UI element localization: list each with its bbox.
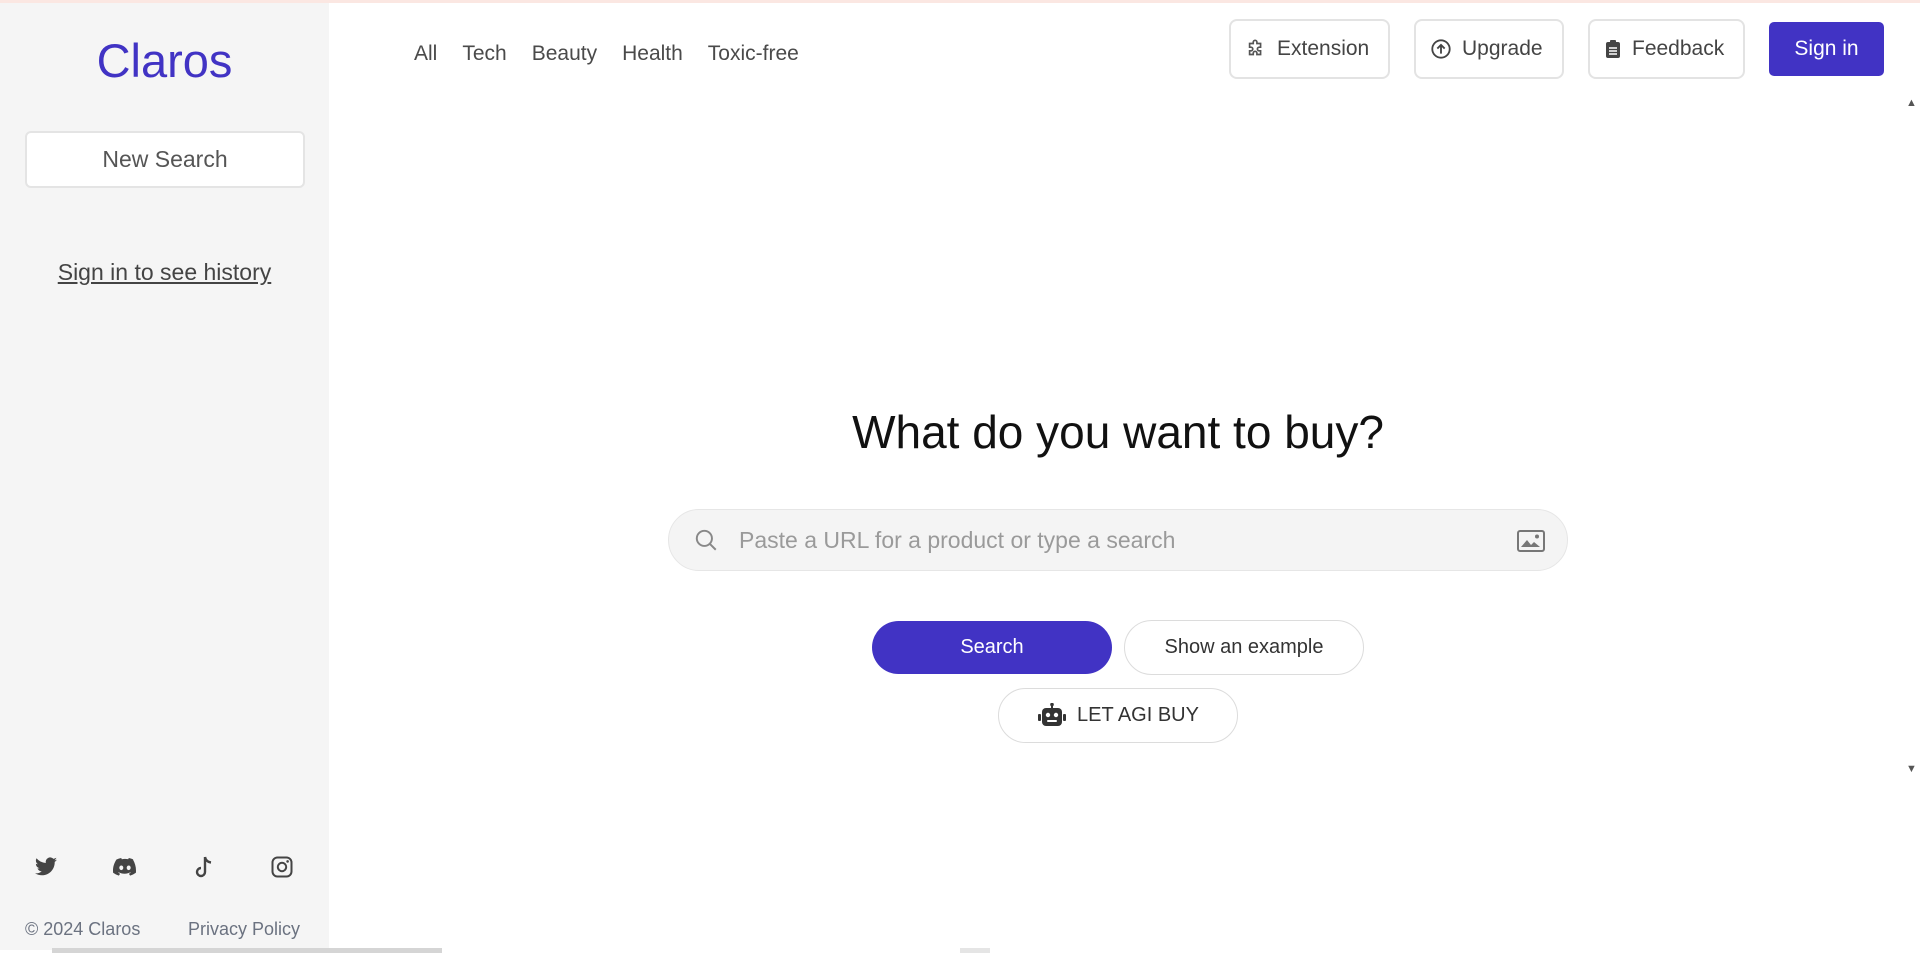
logo[interactable]: Claros [0,33,329,88]
instagram-icon[interactable] [270,855,300,885]
let-agi-buy-label: LET AGI BUY [1077,704,1199,726]
extension-button[interactable]: Extension [1229,19,1390,79]
horizontal-scrollbar[interactable] [52,948,442,953]
clipboard-icon [1606,40,1620,58]
scrollbar-thumb[interactable] [960,948,990,953]
let-agi-buy-button[interactable]: LET AGI BUY [998,688,1238,743]
search-icon [693,527,719,558]
puzzle-icon [1248,39,1262,56]
sign-in-button[interactable]: Sign in [1769,22,1884,76]
nav-item-toxic-free[interactable]: Toxic-free [708,42,799,66]
upgrade-label: Upgrade [1462,37,1543,60]
show-example-button[interactable]: Show an example [1124,620,1364,675]
scroll-down-arrow-icon[interactable]: ▼ [1906,763,1917,775]
upgrade-button[interactable]: Upgrade [1414,19,1564,79]
nav-item-health[interactable]: Health [622,42,683,66]
twitter-icon[interactable] [34,855,64,885]
robot-icon [1038,702,1067,726]
image-upload-icon[interactable] [1517,530,1545,557]
sidebar: Claros New Search Sign in to see history… [0,3,329,950]
page-title: What do you want to buy? [852,406,1384,458]
scroll-up-arrow-icon[interactable]: ▲ [1906,97,1917,109]
search-bar[interactable] [668,509,1568,571]
social-links [28,855,308,885]
nav-item-all[interactable]: All [414,42,437,66]
extension-label: Extension [1277,37,1370,60]
sign-in-history-link[interactable]: Sign in to see history [0,259,329,286]
feedback-label: Feedback [1632,37,1725,60]
nav-item-tech[interactable]: Tech [462,42,506,66]
category-nav: All Tech Beauty Health Toxic-free [414,42,799,66]
new-search-button[interactable]: New Search [25,131,305,188]
feedback-button[interactable]: Feedback [1588,19,1745,79]
search-input[interactable] [739,520,1479,560]
privacy-policy-link[interactable]: Privacy Policy [188,919,300,940]
tiktok-icon[interactable] [192,855,222,885]
nav-item-beauty[interactable]: Beauty [532,42,597,66]
arrow-up-circle-icon [1431,39,1451,59]
search-button[interactable]: Search [872,621,1112,674]
discord-icon[interactable] [112,855,142,885]
copyright-text: © 2024 Claros [25,919,141,939]
